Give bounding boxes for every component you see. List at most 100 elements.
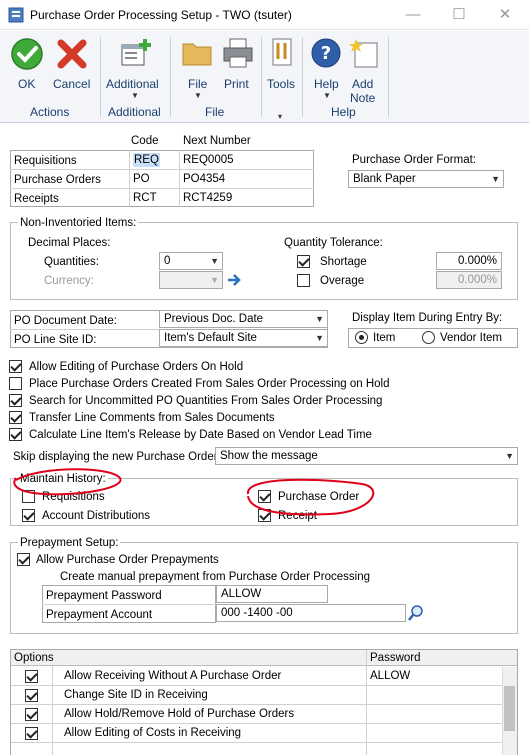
close-icon (57, 39, 87, 69)
purchase-orders-code-input[interactable]: PO (133, 172, 150, 186)
requisitions-label: Requisitions (14, 155, 77, 167)
tools-button[interactable]: Tools (263, 35, 299, 101)
ok-button[interactable]: OK (6, 35, 48, 95)
row-divider (11, 723, 502, 724)
transfer-comments-label: Transfer Line Comments from Sales Docume… (29, 412, 275, 424)
prepayment-account-input[interactable]: 000 -1400 -00 (216, 604, 406, 622)
allow-editing-on-hold-checkbox[interactable] (9, 360, 22, 373)
printer-icon (223, 38, 253, 68)
group-divider (261, 37, 262, 117)
receipts-code-input[interactable]: RCT (133, 191, 157, 205)
scrollbar-thumb[interactable] (504, 686, 515, 731)
col-divider (129, 150, 130, 207)
option-row-1-password[interactable]: ALLOW (370, 669, 410, 683)
po-document-date-select[interactable]: Previous Doc. Date ▼ (159, 310, 328, 328)
option-row-1-label: Allow Receiving Without A Purchase Order (64, 670, 282, 682)
col-divider (179, 150, 180, 207)
prepayment-password-value: ALLOW (221, 588, 262, 600)
shortage-input[interactable]: 0.000% (436, 252, 502, 270)
overage-value: 0.000% (457, 274, 497, 286)
vendor-item-radio[interactable] (422, 331, 435, 344)
chevron-down-icon: ▼ (491, 174, 500, 184)
manual-prepayment-label: Create manual prepayment from Purchase O… (60, 571, 371, 583)
calculate-release-date-checkbox[interactable] (9, 428, 22, 441)
po-line-site-select[interactable]: Item's Default Site ▼ (159, 329, 328, 347)
close-button[interactable]: ✕ (482, 0, 528, 30)
column-header-code: Code (131, 135, 159, 147)
decimal-places-label: Decimal Places: (28, 237, 111, 249)
group-divider (170, 37, 171, 117)
requisitions-next-input[interactable]: REQ0005 (183, 153, 234, 167)
allow-prepayments-label: Allow Purchase Order Prepayments (36, 554, 219, 566)
maximize-button[interactable]: ☐ (436, 0, 482, 30)
place-po-on-hold-label: Place Purchase Orders Created From Sales… (29, 378, 390, 390)
cancel-button[interactable]: Cancel (50, 35, 94, 95)
arrow-right-icon[interactable] (226, 272, 242, 288)
receipts-next-input[interactable]: RCT4259 (183, 191, 232, 205)
option-row-3-checkbox[interactable] (25, 708, 38, 721)
help-button[interactable]: ? Help ▼ (307, 35, 345, 101)
ribbon: OK Cancel Additional ▼ File ▼ Print Tool… (0, 31, 529, 123)
option-row-4-label: Allow Editing of Costs in Receiving (64, 727, 242, 739)
note-icon (349, 39, 378, 68)
ok-label: OK (18, 77, 36, 91)
row-divider (11, 742, 502, 743)
skip-display-value: Show the message (220, 450, 318, 462)
option-row-2-checkbox[interactable] (25, 689, 38, 702)
option-row-1-checkbox[interactable] (25, 670, 38, 683)
po-document-date-value: Previous Doc. Date (164, 313, 264, 325)
requisitions-code-input[interactable]: REQ (133, 153, 160, 167)
chevron-down-icon: ▼ (315, 333, 324, 343)
quantities-value: 0 (164, 255, 171, 267)
title-bar: Purchase Order Processing Setup - TWO (t… (0, 0, 529, 30)
add-note-label-1: Add (352, 77, 374, 91)
transfer-comments-checkbox[interactable] (9, 411, 22, 424)
po-line-site-value: Item's Default Site (164, 332, 257, 344)
item-radio[interactable] (355, 331, 368, 344)
shortage-value: 0.000% (457, 255, 497, 267)
print-label: Print (224, 77, 249, 91)
chevron-down-icon: ▾ (278, 112, 283, 121)
search-uncommitted-checkbox[interactable] (9, 394, 22, 407)
lookup-icon[interactable] (407, 604, 425, 622)
allow-prepayments-checkbox[interactable] (17, 553, 30, 566)
additional-window-icon (121, 39, 151, 66)
po-format-select[interactable]: Blank Paper ▼ (348, 170, 504, 188)
chevron-down-icon: ▼ (210, 256, 219, 266)
file-button[interactable]: File ▼ (178, 35, 218, 101)
group-divider (302, 37, 303, 117)
checkmark-icon (11, 38, 43, 70)
option-row-4-checkbox[interactable] (25, 727, 38, 740)
group-label-file: File (205, 105, 225, 119)
item-radio-label: Item (373, 332, 396, 344)
prepayment-password-input[interactable]: ALLOW (216, 585, 328, 603)
po-format-label: Purchase Order Format: (352, 154, 476, 166)
quantities-select[interactable]: 0 ▼ (159, 252, 223, 270)
app-icon (8, 7, 24, 23)
form-body: Code Next Number Requisitions REQ REQ000… (0, 124, 529, 755)
add-note-button[interactable]: Add Note (345, 35, 385, 105)
vendor-item-radio-label: Vendor Item (440, 332, 503, 344)
purchase-orders-next-input[interactable]: PO4354 (183, 172, 225, 186)
additional-label: Additional (106, 77, 159, 91)
allow-editing-on-hold-label: Allow Editing of Purchase Orders On Hold (29, 361, 244, 373)
place-po-on-hold-checkbox[interactable] (9, 377, 22, 390)
row-divider (42, 604, 216, 605)
prepayment-account-label: Prepayment Account (46, 609, 153, 621)
overage-label: Overage (320, 275, 365, 287)
po-format-value: Blank Paper (353, 173, 416, 185)
row-divider (11, 704, 502, 705)
overage-input[interactable]: 0.000% (436, 271, 502, 289)
currency-label: Currency: (44, 275, 94, 287)
window-title: Purchase Order Processing Setup - TWO (t… (30, 8, 292, 22)
receipts-label: Receipts (14, 193, 59, 205)
currency-select[interactable]: ▼ (159, 271, 223, 289)
additional-button[interactable]: Additional ▼ (103, 35, 167, 101)
minimize-button[interactable]: — (390, 0, 436, 30)
print-button[interactable]: Print (218, 35, 258, 95)
shortage-checkbox[interactable] (297, 255, 310, 268)
display-item-label: Display Item During Entry By: (352, 312, 503, 324)
po-document-date-label: PO Document Date: (14, 315, 117, 327)
overage-checkbox[interactable] (297, 274, 310, 287)
skip-display-select[interactable]: Show the message ▼ (215, 447, 518, 465)
